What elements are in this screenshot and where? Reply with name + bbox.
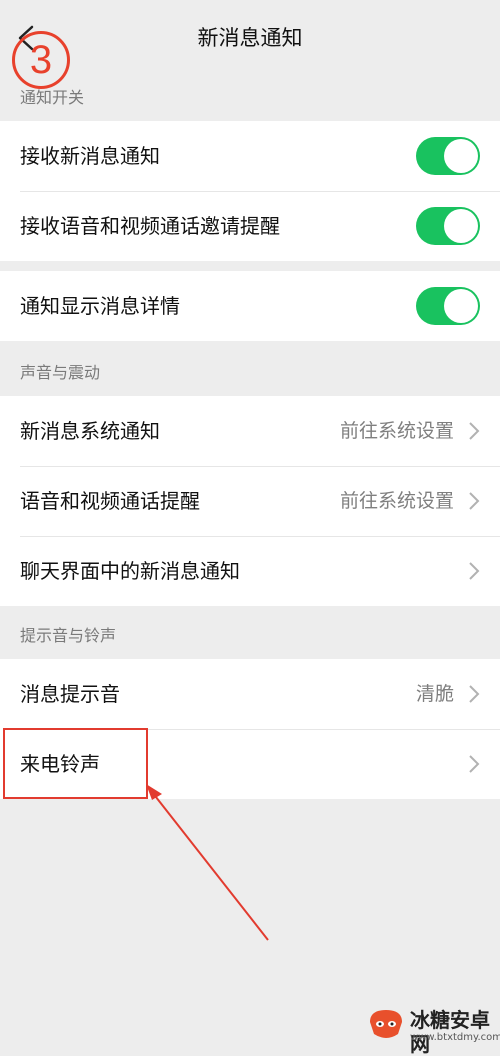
chevron-right-icon xyxy=(469,755,480,773)
setting-row-chat-new-message[interactable]: 聊天界面中的新消息通知 xyxy=(0,536,500,606)
setting-label: 接收语音和视频通话邀请提醒 xyxy=(20,214,280,238)
call-invite-reminder-toggle[interactable] xyxy=(416,207,480,245)
chevron-right-icon xyxy=(469,685,480,703)
setting-row-receive-new-message[interactable]: 接收新消息通知 xyxy=(0,121,500,191)
setting-label: 新消息系统通知 xyxy=(20,419,160,443)
setting-value: 清脆 xyxy=(415,683,454,705)
navigation-bar: 3 新消息通知 xyxy=(0,0,500,89)
setting-label: 通知显示消息详情 xyxy=(20,294,180,318)
setting-row-call-reminder[interactable]: 语音和视频通话提醒 前往系统设置 xyxy=(0,466,500,536)
setting-row-call-invite-reminder[interactable]: 接收语音和视频通话邀请提醒 xyxy=(0,191,500,261)
show-message-details-toggle[interactable] xyxy=(416,287,480,325)
settings-group-sound-vibration: 新消息系统通知 前往系统设置 语音和视频通话提醒 前往系统设置 聊天界面中的新消… xyxy=(0,396,500,606)
chevron-right-icon xyxy=(469,492,480,510)
setting-label: 接收新消息通知 xyxy=(20,144,160,168)
toggle-knob xyxy=(444,139,478,173)
toggle-knob xyxy=(444,289,478,323)
setting-value: 前往系统设置 xyxy=(339,490,454,512)
highlight-annotation-box xyxy=(3,728,148,799)
section-label-tone-ringtone: 提示音与铃声 xyxy=(20,626,117,645)
site-watermark: 冰糖安卓网 www.btxtdmy.com xyxy=(366,1006,500,1056)
toggle-knob xyxy=(444,209,478,243)
receive-new-message-toggle[interactable] xyxy=(416,137,480,175)
settings-group-notification-switches: 接收新消息通知 接收语音和视频通话邀请提醒 xyxy=(0,121,500,261)
watermark-url: www.btxtdmy.com xyxy=(410,1032,500,1043)
setting-row-show-message-details[interactable]: 通知显示消息详情 xyxy=(0,271,500,341)
section-label-sound-vibration: 声音与震动 xyxy=(20,363,101,382)
setting-row-system-notification[interactable]: 新消息系统通知 前往系统设置 xyxy=(0,396,500,466)
watermark-logo-icon xyxy=(370,1010,402,1038)
chevron-right-icon xyxy=(469,422,480,440)
setting-label: 聊天界面中的新消息通知 xyxy=(20,559,240,583)
setting-row-message-tone[interactable]: 消息提示音 清脆 xyxy=(0,659,500,729)
setting-label: 语音和视频通话提醒 xyxy=(20,489,200,513)
page-title: 新消息通知 xyxy=(197,26,303,50)
chevron-right-icon xyxy=(469,562,480,580)
setting-value: 前往系统设置 xyxy=(339,420,454,442)
settings-group-message-details: 通知显示消息详情 xyxy=(0,271,500,341)
setting-label: 消息提示音 xyxy=(20,682,120,706)
section-label-notify-switch: 通知开关 xyxy=(20,88,85,107)
